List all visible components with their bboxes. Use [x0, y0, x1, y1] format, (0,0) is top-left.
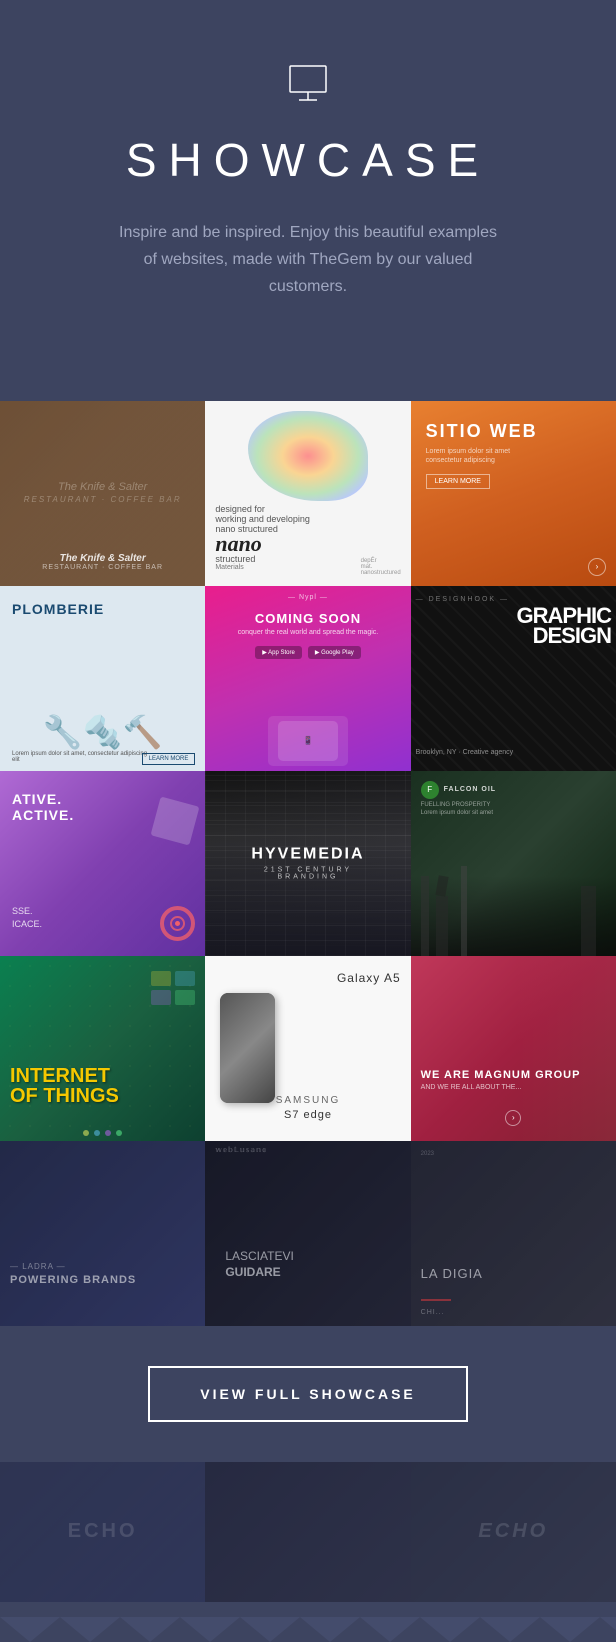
- cta-section: VIEW FULL SHOWCASE: [0, 1326, 616, 1462]
- gallery-item-8[interactable]: HYVEMEDIA 21ST CENTURY BRANDING: [205, 771, 410, 956]
- bottom-thumb-3: Echo: [411, 1462, 616, 1602]
- header-section: SHOWCASE Inspire and be inspired. Enjoy …: [0, 0, 616, 401]
- gallery-item-5[interactable]: — Nypl — COMING SOON conquer the real wo…: [205, 586, 410, 771]
- gallery-item-2[interactable]: designed forworking and developingnano s…: [205, 401, 410, 586]
- chevron-decoration: [0, 1602, 616, 1642]
- page-title: SHOWCASE: [40, 133, 576, 187]
- gallery-item-15[interactable]: 2023 LA DIGIA CHI...: [411, 1141, 616, 1326]
- gallery-item-11[interactable]: Galaxy A5 SAMSUNG S7 edge: [205, 956, 410, 1141]
- gallery-item-14[interactable]: 𝕨𝕖𝕓𝕃𝕦𝕤𝕒𝕟𝕠 LASCIATEVIGUIDARE: [205, 1141, 410, 1326]
- gallery-item-7[interactable]: ATIVE. ACTIVE. SSE.ICACE.: [0, 771, 205, 956]
- gallery-item-1[interactable]: The Knife & SalterRESTAURANT · COFFEE BA…: [0, 401, 205, 586]
- gallery-item-6[interactable]: — DESIGNHOOK — GRAPHICDESIGN Brooklyn, N…: [411, 586, 616, 771]
- bottom-thumb-1: Echo: [0, 1462, 205, 1602]
- gallery-grid: The Knife & SalterRESTAURANT · COFFEE BA…: [0, 401, 616, 1326]
- showcase-description: Inspire and be inspired. Enjoy this beau…: [118, 219, 498, 301]
- gallery-item-3[interactable]: SITIO WEB Lorem ipsum dolor sit amet con…: [411, 401, 616, 586]
- gallery-item-13[interactable]: — LADRA — POWERING BRANDS: [0, 1141, 205, 1326]
- gallery-item-9[interactable]: F FALCON OIL FUELLING PROSPERITYLorem ip…: [411, 771, 616, 956]
- gallery-item-10[interactable]: INTERNETOF THINGS: [0, 956, 205, 1141]
- gallery-section: The Knife & SalterRESTAURANT · COFFEE BA…: [0, 401, 616, 1326]
- view-showcase-button[interactable]: VIEW FULL SHOWCASE: [148, 1366, 468, 1422]
- gallery-item-12[interactable]: WE ARE MAGNUM GROUP AND WE RE ALL ABOUT …: [411, 956, 616, 1141]
- bottom-thumb-2: [205, 1462, 410, 1602]
- gallery-item-4[interactable]: PLOMBERIE 🔧🔩🔨 Lorem ipsum dolor sit amet…: [0, 586, 205, 771]
- bottom-decorative: Echo Echo: [0, 1462, 616, 1602]
- presentation-icon: [40, 60, 576, 109]
